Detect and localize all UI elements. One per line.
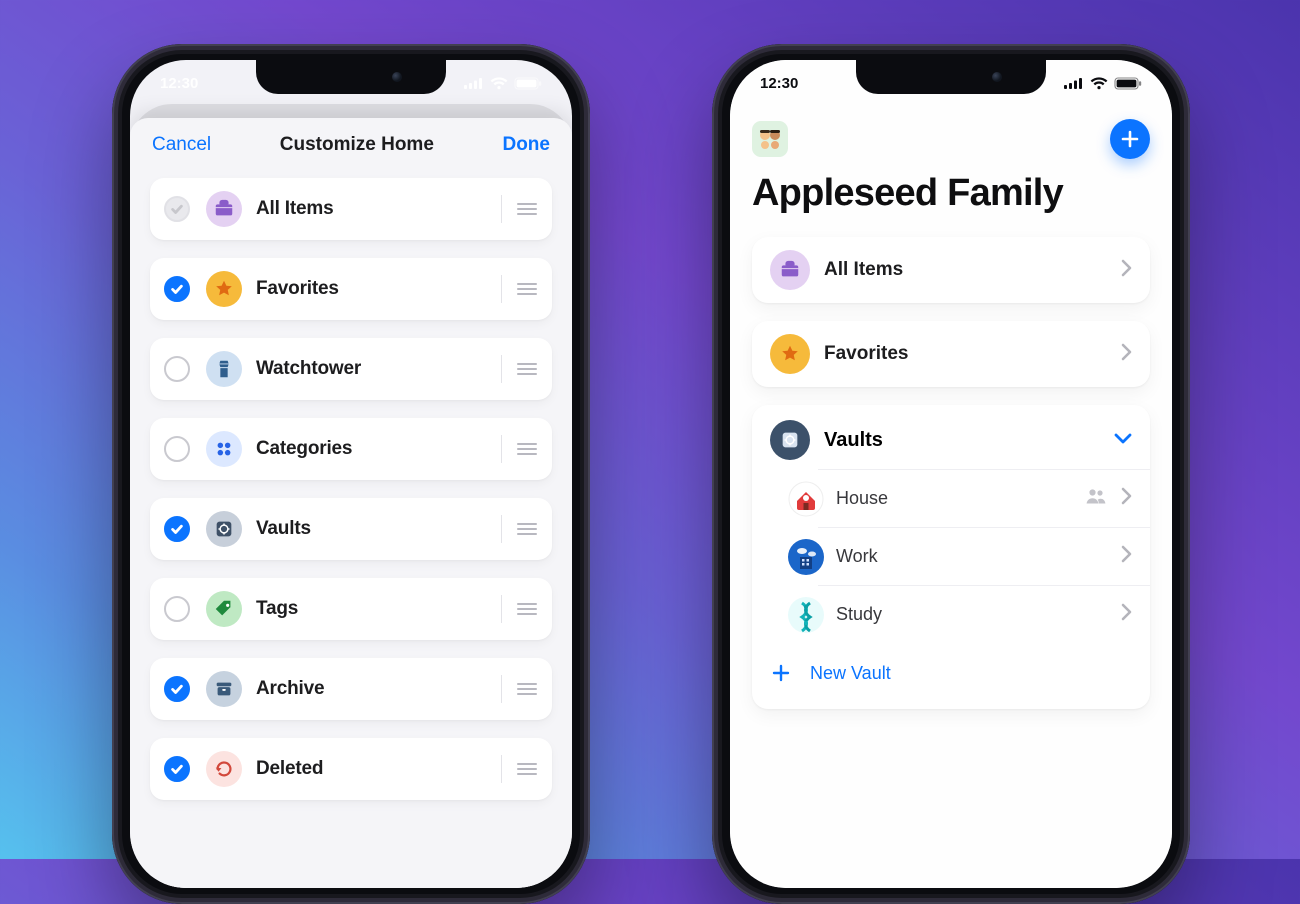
phone-screen: 12:30 (730, 60, 1172, 888)
selection-toggle[interactable] (164, 276, 190, 302)
all-icon (770, 250, 810, 290)
notch (856, 60, 1046, 94)
selection-toggle[interactable] (164, 676, 190, 702)
selection-toggle (164, 196, 190, 222)
chevron-right-icon (1121, 259, 1132, 282)
selection-toggle[interactable] (164, 356, 190, 382)
reorder-handle-icon[interactable] (516, 681, 538, 697)
chevron-right-icon (1121, 487, 1132, 510)
row-label: Archive (256, 678, 501, 700)
cellular-icon (464, 77, 484, 89)
watchtower-icon (206, 351, 242, 387)
sheet-header: Cancel Customize Home Done (130, 118, 572, 168)
home-screen: Appleseed Family All Items Favorites Vau… (730, 60, 1172, 888)
page-title: Appleseed Family (752, 172, 1150, 215)
cellular-icon (1064, 77, 1084, 89)
customize-list[interactable]: All Items Favorites Watchtower Categories Va… (130, 168, 572, 888)
section-label: Vaults (824, 429, 1114, 452)
vaults-icon (770, 420, 810, 460)
quick-card-all[interactable]: All Items (752, 237, 1150, 303)
customize-row-archive[interactable]: Archive (150, 658, 552, 720)
shared-icon (1085, 487, 1107, 510)
new-vault-label: New Vault (810, 663, 891, 684)
row-label: All Items (256, 198, 501, 220)
selection-toggle[interactable] (164, 756, 190, 782)
plus-icon (770, 662, 792, 684)
plus-icon (1120, 129, 1140, 149)
vault-label: House (836, 488, 1085, 509)
customize-row-vaults[interactable]: Vaults (150, 498, 552, 560)
row-label: Vaults (256, 518, 501, 540)
reorder-handle-icon[interactable] (516, 521, 538, 537)
done-button[interactable]: Done (502, 134, 550, 156)
deleted-icon (206, 751, 242, 787)
selection-toggle[interactable] (164, 596, 190, 622)
customize-row-watchtower[interactable]: Watchtower (150, 338, 552, 400)
row-label: Favorites (256, 278, 501, 300)
sheet-title: Customize Home (280, 134, 434, 156)
reorder-handle-icon[interactable] (516, 201, 538, 217)
customize-row-favorites[interactable]: Favorites (150, 258, 552, 320)
reorder-handle-icon[interactable] (516, 441, 538, 457)
battery-icon (514, 77, 542, 90)
account-avatar[interactable] (752, 121, 788, 157)
vaults-icon (206, 511, 242, 547)
phone-screen: 12:30 Cancel Customize Home Done All Ite… (130, 60, 572, 888)
add-button[interactable] (1110, 119, 1150, 159)
card-label: All Items (824, 259, 1121, 281)
reorder-handle-icon[interactable] (516, 601, 538, 617)
phone-home: 12:30 (712, 44, 1190, 904)
phone-customize-home: 12:30 Cancel Customize Home Done All Ite… (112, 44, 590, 904)
wifi-icon (490, 77, 508, 90)
archive-icon (206, 671, 242, 707)
reorder-handle-icon[interactable] (516, 361, 538, 377)
wifi-icon (1090, 77, 1108, 90)
row-label: Categories (256, 438, 501, 460)
vault-row-house[interactable]: House (818, 469, 1150, 527)
customize-row-all[interactable]: All Items (150, 178, 552, 240)
reorder-handle-icon[interactable] (516, 281, 538, 297)
customize-home-sheet: Cancel Customize Home Done All Items Favo… (130, 118, 572, 888)
chevron-right-icon (1121, 603, 1132, 626)
vault-avatar (788, 539, 824, 575)
cancel-button[interactable]: Cancel (152, 134, 211, 156)
status-time: 12:30 (760, 75, 798, 92)
row-label: Deleted (256, 758, 501, 780)
status-time: 12:30 (160, 75, 198, 92)
vault-avatar (788, 597, 824, 633)
all-icon (206, 191, 242, 227)
card-label: Favorites (824, 343, 1121, 365)
chevron-down-icon (1114, 431, 1132, 449)
vault-avatar (788, 481, 824, 517)
quick-card-favorites[interactable]: Favorites (752, 321, 1150, 387)
row-label: Tags (256, 598, 501, 620)
notch (256, 60, 446, 94)
favorites-icon (770, 334, 810, 374)
chevron-right-icon (1121, 343, 1132, 366)
customize-row-tags[interactable]: Tags (150, 578, 552, 640)
vault-row-work[interactable]: Work (818, 527, 1150, 585)
vault-label: Work (836, 546, 1121, 567)
customize-row-categories[interactable]: Categories (150, 418, 552, 480)
row-label: Watchtower (256, 358, 501, 380)
vaults-header[interactable]: Vaults (752, 411, 1150, 469)
chevron-right-icon (1121, 545, 1132, 568)
categories-icon (206, 431, 242, 467)
favorites-icon (206, 271, 242, 307)
vault-label: Study (836, 604, 1121, 625)
battery-icon (1114, 77, 1142, 90)
new-vault-button[interactable]: New Vault (752, 647, 1150, 699)
reorder-handle-icon[interactable] (516, 761, 538, 777)
home-cards: All Items Favorites Vaults House (752, 237, 1150, 709)
vaults-card: Vaults House Work Stud (752, 405, 1150, 709)
selection-toggle[interactable] (164, 436, 190, 462)
tags-icon (206, 591, 242, 627)
selection-toggle[interactable] (164, 516, 190, 542)
customize-row-deleted[interactable]: Deleted (150, 738, 552, 800)
vault-row-study[interactable]: Study (818, 585, 1150, 643)
